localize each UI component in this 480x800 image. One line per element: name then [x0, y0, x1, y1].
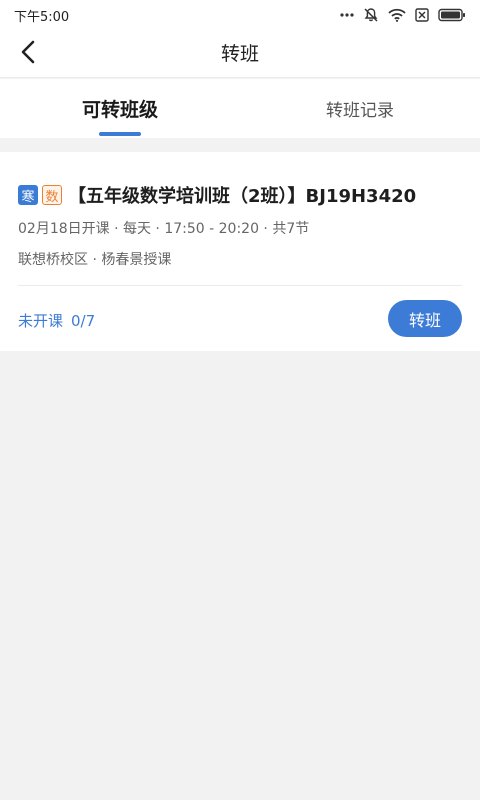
term-tag: 寒 — [18, 185, 38, 205]
subject-tag: 数 — [42, 185, 62, 205]
sim-off-icon — [415, 8, 429, 22]
enrollment-count: 0/7 — [71, 312, 96, 330]
active-tab-indicator — [99, 132, 141, 136]
course-schedule: 02月18日开课 · 每天 · 17:50 - 20:20 · 共7节 — [18, 221, 310, 237]
enrollment-status: 未开课 0/7 — [18, 310, 95, 331]
tab-bar: 可转班级 转班记录 — [0, 79, 480, 138]
course-title: 【五年级数学培训班（2班）】BJ19H3420 — [68, 186, 417, 207]
divider — [18, 285, 462, 286]
battery-icon — [438, 8, 466, 22]
tab-label: 转班记录 — [326, 101, 394, 121]
wifi-icon — [388, 8, 406, 22]
course-title-row: 寒 数 【五年级数学培训班（2班）】BJ19H3420 — [18, 182, 416, 208]
status-icons — [340, 7, 466, 23]
nav-bar: 转班 — [0, 30, 480, 78]
status-time: 下午5:00 — [14, 9, 70, 25]
course-location-teacher: 联想桥校区 · 杨春景授课 — [18, 252, 172, 268]
screen: 下午5:00 转班 可转班级 转班记录 寒 数 【五年级数学培训班（2班）】BJ… — [0, 0, 480, 800]
class-card: 寒 数 【五年级数学培训班（2班）】BJ19H3420 02月18日开课 · 每… — [0, 152, 480, 351]
mute-icon — [363, 7, 379, 23]
page-title: 转班 — [220, 43, 259, 65]
status-bar: 下午5:00 — [0, 0, 480, 30]
tab-label: 可转班级 — [81, 99, 158, 121]
transfer-button[interactable]: 转班 — [388, 300, 462, 337]
tab-transfer-records[interactable]: 转班记录 — [240, 79, 480, 138]
more-dots-icon — [340, 13, 354, 17]
class-status: 未开课 — [18, 312, 64, 330]
tab-transferable-classes[interactable]: 可转班级 — [0, 79, 240, 138]
